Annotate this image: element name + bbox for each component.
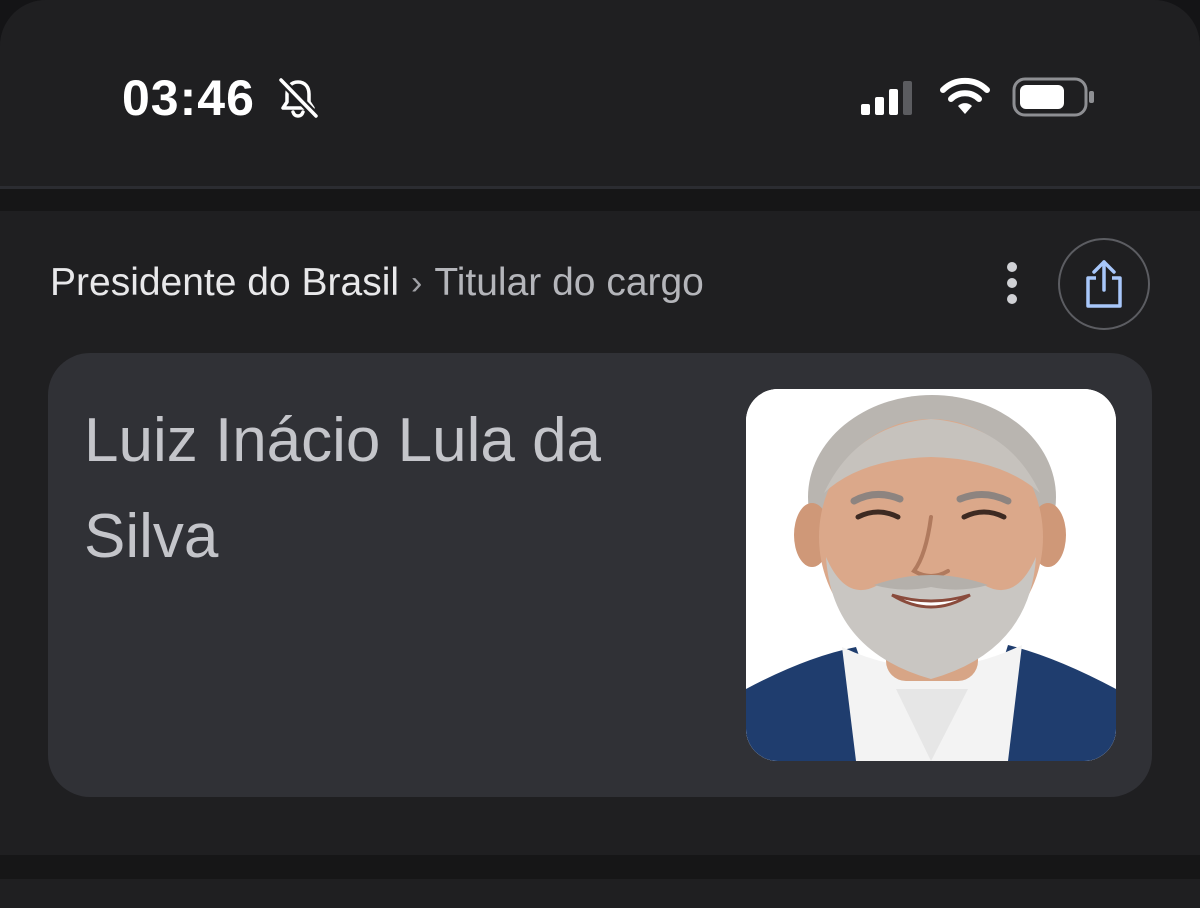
cellular-signal-icon [861,81,912,115]
share-icon [1086,260,1122,308]
portrait-illustration [746,389,1116,761]
breadcrumb-secondary: Titular do cargo [434,261,704,304]
breadcrumb-separator: › [411,263,423,302]
breadcrumb-primary-link[interactable]: Presidente do Brasil [50,261,399,305]
portrait-photo[interactable] [746,389,1116,761]
more-vertical-icon[interactable] [990,259,1034,307]
entity-card[interactable]: Luiz Inácio Lula da Silva [48,353,1152,797]
status-bar: 03:46 [0,0,1200,188]
status-time: 03:46 [122,70,255,126]
share-button[interactable] [1058,238,1150,330]
entity-name: Luiz Inácio Lula da Silva [84,406,602,571]
section-gap-bottom [0,855,1200,879]
bell-slash-icon [278,77,319,119]
wifi-icon [940,77,990,114]
knowledge-panel: Presidente do Brasil › Titular do cargo … [0,211,1200,855]
section-gap [0,189,1200,211]
breadcrumb: Presidente do Brasil › Titular do cargo [50,261,704,305]
battery-icon [1012,77,1094,117]
phone-screen: 03:46 Presidente do Brasil › Titular do … [0,0,1200,908]
next-section [0,879,1200,908]
